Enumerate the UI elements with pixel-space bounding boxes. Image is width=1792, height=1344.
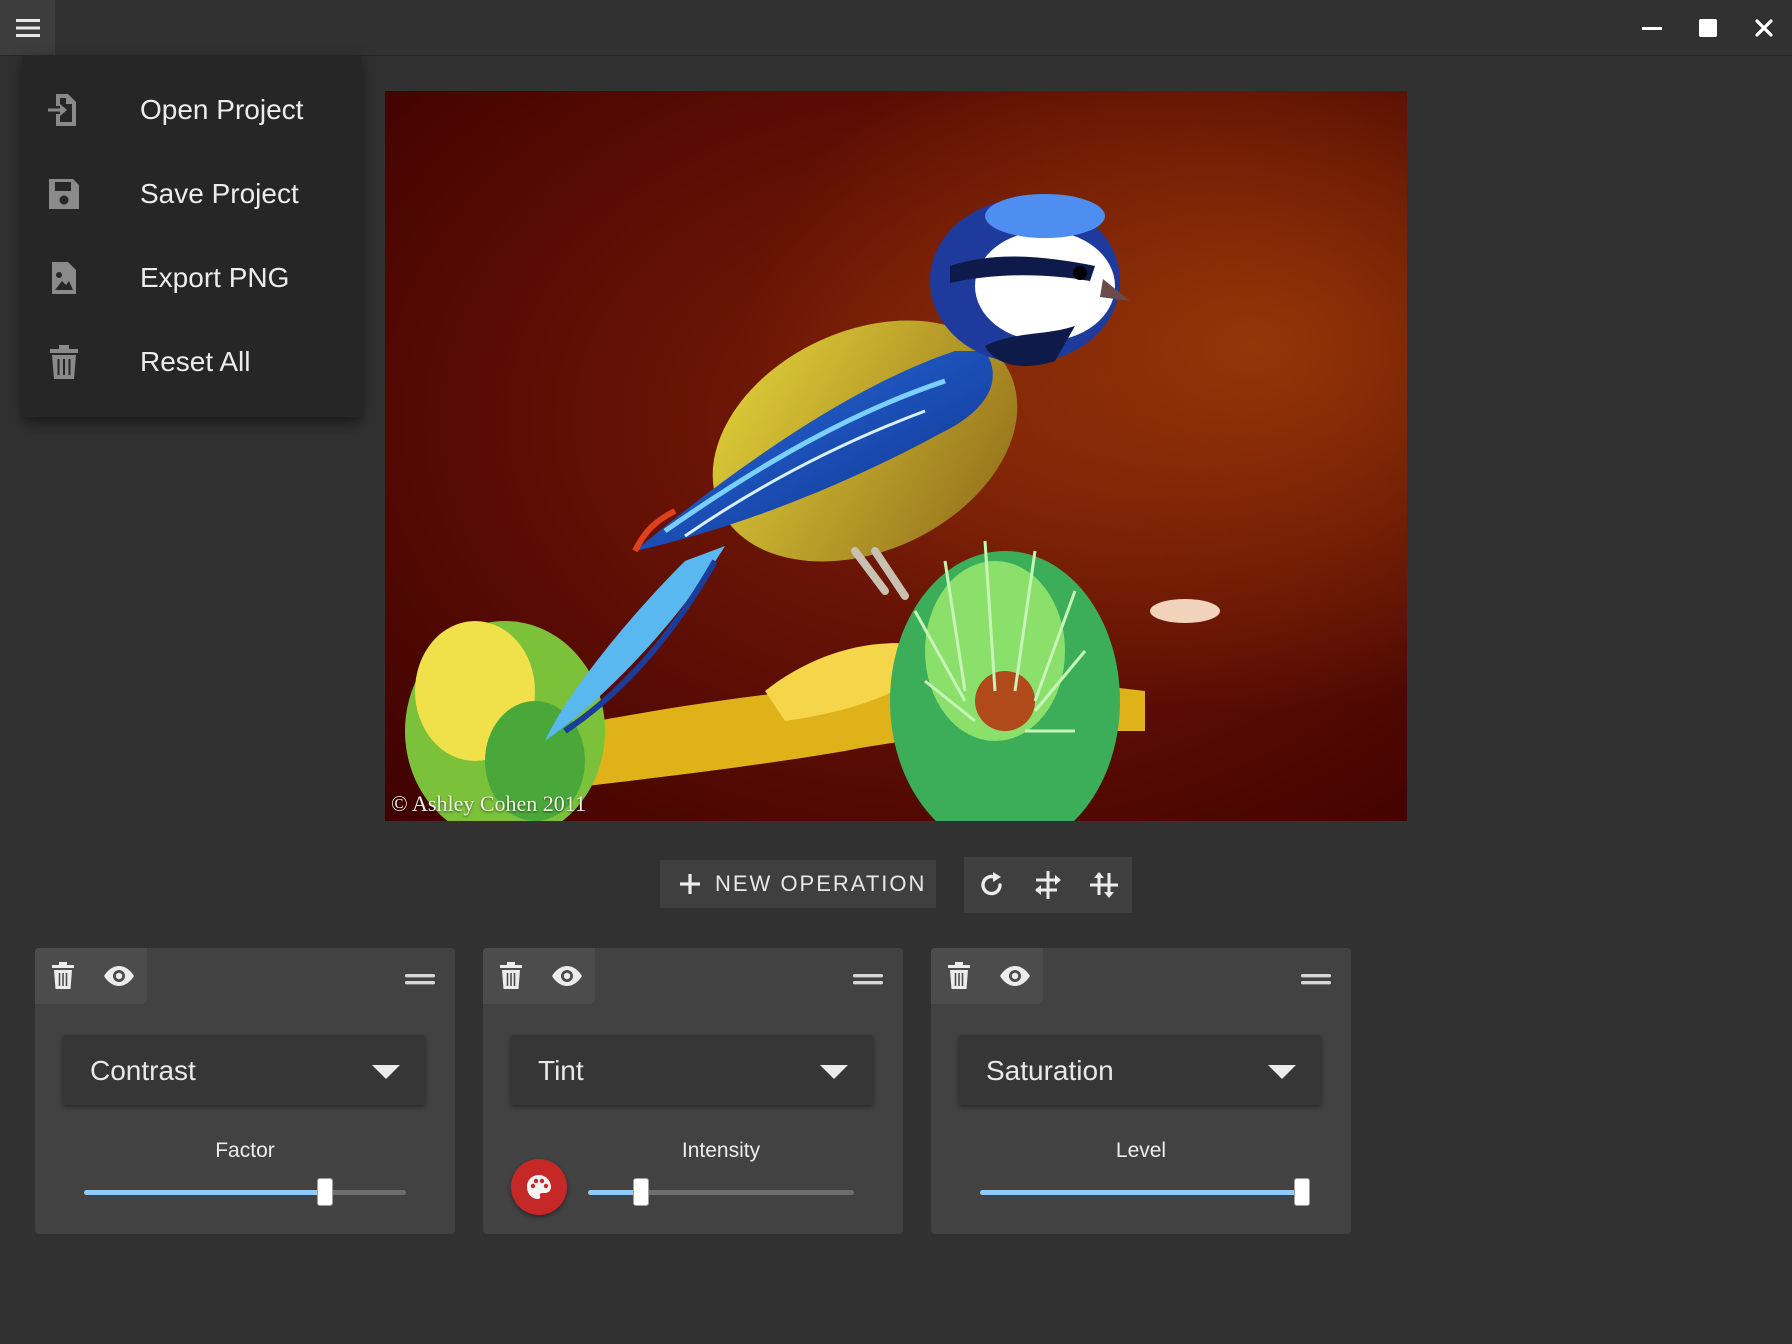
- menu-item-label: Reset All: [140, 346, 251, 377]
- card-header: [35, 948, 147, 1004]
- hamburger-menu-icon[interactable]: [0, 0, 55, 55]
- slider-fill: [84, 1190, 325, 1195]
- menu-item-label: Save Project: [140, 178, 299, 209]
- slider-thumb[interactable]: [1294, 1178, 1310, 1206]
- menu-item-export-png[interactable]: Export PNG: [22, 243, 362, 313]
- file-image-icon: [46, 260, 82, 296]
- operation-card: Tint Intensity: [483, 948, 903, 1234]
- minimize-icon[interactable]: [1632, 8, 1672, 48]
- operation-type-select[interactable]: Contrast: [62, 1035, 426, 1105]
- flip-vertical-icon[interactable]: [1086, 867, 1122, 903]
- menu-item-open-project[interactable]: Open Project: [22, 75, 362, 145]
- delete-operation-icon[interactable]: [493, 958, 529, 994]
- factor-slider[interactable]: [84, 1178, 406, 1206]
- card-header: [483, 948, 595, 1004]
- operation-type-value: Tint: [538, 1055, 584, 1086]
- floppy-disk-icon: [46, 176, 82, 212]
- operation-card: Contrast Factor: [35, 948, 455, 1234]
- level-slider[interactable]: [980, 1178, 1310, 1206]
- operation-type-value: Saturation: [986, 1055, 1114, 1086]
- slider-label: Intensity: [681, 1139, 761, 1162]
- menu-item-label: Export PNG: [140, 262, 290, 293]
- intensity-slider[interactable]: [588, 1178, 854, 1206]
- chevron-down-icon: [1268, 1065, 1296, 1079]
- menu-item-save-project[interactable]: Save Project: [22, 159, 362, 229]
- slider-label: Level: [1115, 1139, 1167, 1162]
- plus-icon: [678, 872, 702, 901]
- slider-label: Factor: [215, 1139, 275, 1162]
- new-operation-label: NEW OPERATION: [715, 871, 927, 896]
- close-icon[interactable]: [1744, 8, 1784, 48]
- slider-fill: [980, 1190, 1302, 1195]
- visibility-eye-icon[interactable]: [997, 958, 1033, 994]
- photo-credit: © Ashley Cohen 2011: [391, 791, 586, 816]
- color-picker-palette-icon[interactable]: [511, 1159, 567, 1215]
- operation-type-value: Contrast: [90, 1055, 196, 1086]
- menu-item-label: Open Project: [140, 94, 304, 125]
- card-header: [931, 948, 1043, 1004]
- new-operation-button[interactable]: NEW OPERATION: [660, 860, 936, 908]
- drag-handle-icon[interactable]: [853, 972, 883, 986]
- main-menu-dropdown: Open Project Save Project Export PNG Res…: [22, 55, 362, 417]
- image-preview: © Ashley Cohen 2011: [385, 91, 1407, 821]
- operation-type-select[interactable]: Tint: [510, 1035, 874, 1105]
- chevron-down-icon: [820, 1065, 848, 1079]
- file-import-icon: [46, 92, 82, 128]
- chevron-down-icon: [372, 1065, 400, 1079]
- delete-operation-icon[interactable]: [941, 958, 977, 994]
- slider-thumb[interactable]: [317, 1178, 333, 1206]
- trash-icon: [46, 344, 82, 380]
- visibility-eye-icon[interactable]: [549, 958, 585, 994]
- slider-thumb[interactable]: [633, 1178, 649, 1206]
- operation-type-select[interactable]: Saturation: [958, 1035, 1322, 1105]
- menu-item-reset-all[interactable]: Reset All: [22, 327, 362, 397]
- maximize-icon[interactable]: [1688, 8, 1728, 48]
- delete-operation-icon[interactable]: [45, 958, 81, 994]
- drag-handle-icon[interactable]: [1301, 972, 1331, 986]
- rotate-icon[interactable]: [974, 867, 1010, 903]
- title-bar: [0, 0, 1792, 56]
- drag-handle-icon[interactable]: [405, 972, 435, 986]
- flip-horizontal-icon[interactable]: [1030, 867, 1066, 903]
- operation-card: Saturation Level: [931, 948, 1351, 1234]
- transform-toolbar: [964, 857, 1132, 913]
- visibility-eye-icon[interactable]: [101, 958, 137, 994]
